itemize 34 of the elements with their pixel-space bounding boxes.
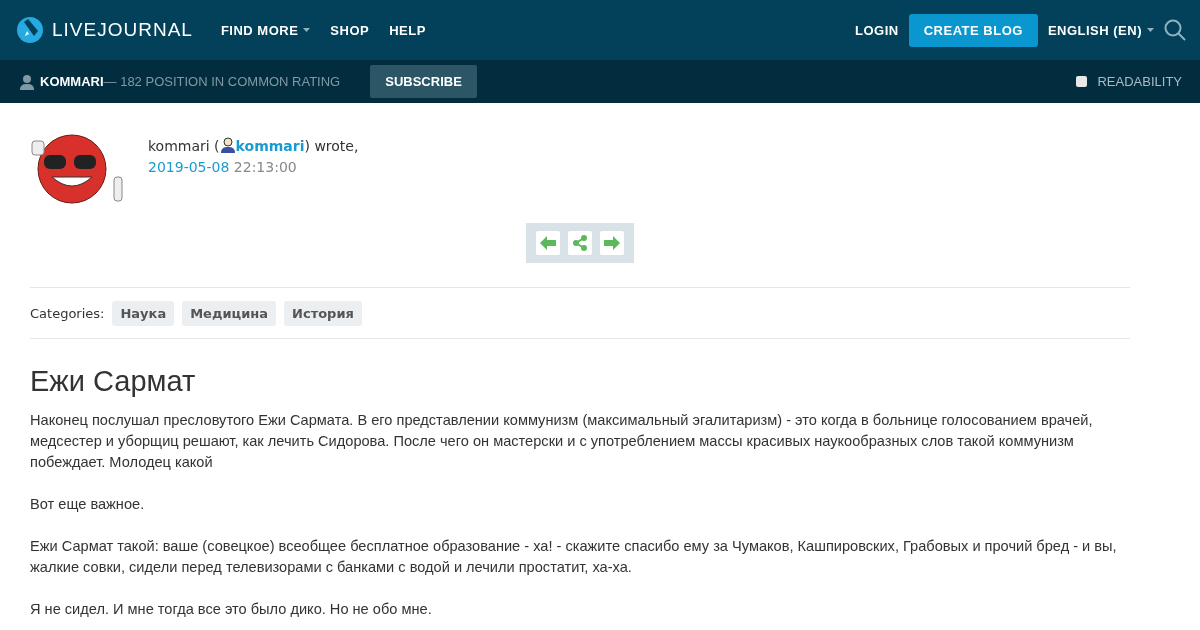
- logo-text[interactable]: LIVEJOURNAL: [52, 19, 193, 41]
- right-arrow-icon: [604, 236, 620, 250]
- login-link[interactable]: LOGIN: [855, 22, 899, 38]
- post-paragraph: Наконец послушал пресловутого Ежи Сармата. В его представлении коммунизм (максимальный эгалитаризм) - это когда в больнице голосованием врачей, медсестер и уборщиц решают, как лечить Сидорова. После чего он мастерски и с употреблением массы красивых наукообразных слов такой коммунизм побеждает. Молодец какой: [30, 411, 1094, 472]
- share-icon: [572, 235, 588, 251]
- readability-checkbox[interactable]: [1076, 76, 1088, 87]
- post-paragraph: Ежи Сармат такой: ваше (совецкое) всеобщее бесплатное образование - ха! - скажите спасибо ему за Чумаков, Кашпировских, Грабовых и прочий бред - и вы, жалкие совки, сидели перед телевизорами с банками с водой и лечили простатит, ха-ха.: [30, 537, 1118, 577]
- nav-link[interactable]: HELP: [389, 22, 426, 38]
- post-paragraph: Я не сидел. И мне тогда все это было дико. Но не обо мне.: [30, 600, 433, 619]
- caret-icon: [303, 28, 311, 32]
- post-paragraph: Вот еще важное.: [30, 495, 146, 514]
- search-icon[interactable]: [1164, 19, 1186, 41]
- categories-label: Categories:: [30, 305, 105, 321]
- category-tag[interactable]: Медицина: [182, 300, 277, 326]
- readability-label[interactable]: READABILITY: [1097, 74, 1182, 89]
- user-icon: [20, 73, 34, 90]
- category-tag[interactable]: История: [284, 300, 362, 326]
- language-selector[interactable]: ENGLISH (EN): [1047, 22, 1154, 38]
- author-line: kommari ( kommari) wrote,: [148, 138, 359, 154]
- caret-icon: [1147, 28, 1154, 32]
- nav-link[interactable]: FIND MORE: [220, 22, 311, 38]
- share-button[interactable]: [568, 231, 592, 255]
- journal-username[interactable]: KOMMARI: [40, 74, 104, 89]
- user-icon: [219, 137, 236, 153]
- next-button[interactable]: [600, 231, 624, 255]
- post-title: Ежи Сармат: [30, 365, 197, 398]
- pencil-logo-icon: [16, 16, 44, 44]
- subscribe-button[interactable]: SUBSCRIBE: [370, 65, 477, 98]
- rating-text: — 182 POSITION IN COMMON RATING: [103, 74, 341, 89]
- category-tag[interactable]: Наука: [112, 300, 175, 326]
- post-time: 22:13:00: [233, 159, 297, 175]
- previous-button[interactable]: [536, 231, 560, 255]
- nav-link[interactable]: SHOP: [330, 22, 370, 38]
- left-arrow-icon: [540, 236, 556, 250]
